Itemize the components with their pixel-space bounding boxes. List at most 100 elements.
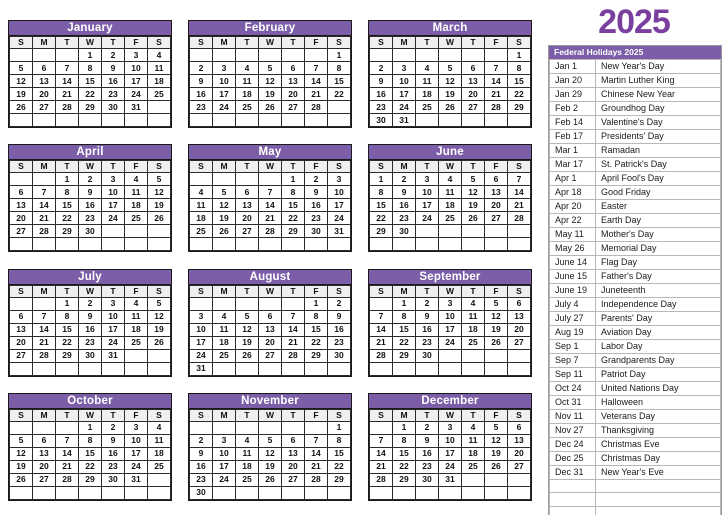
day-cell[interactable]: 13 xyxy=(484,185,508,200)
day-cell[interactable]: 23 xyxy=(101,459,125,474)
day-cell[interactable]: 9 xyxy=(189,74,213,88)
day-cell[interactable]: 27 xyxy=(32,100,56,114)
day-cell[interactable]: 29 xyxy=(55,348,79,363)
day-cell[interactable]: 21 xyxy=(369,459,393,474)
day-cell[interactable]: 12 xyxy=(235,322,259,337)
day-cell[interactable]: 3 xyxy=(438,420,462,435)
day-cell[interactable]: 14 xyxy=(507,185,531,200)
day-cell[interactable]: 30 xyxy=(415,348,439,363)
day-cell[interactable]: 7 xyxy=(484,61,508,75)
day-cell[interactable]: 23 xyxy=(189,472,213,487)
day-cell[interactable]: 23 xyxy=(78,211,102,226)
day-cell[interactable]: 26 xyxy=(484,459,508,474)
day-cell[interactable]: 28 xyxy=(55,100,79,114)
day-cell[interactable]: 16 xyxy=(101,446,125,461)
day-cell[interactable]: 23 xyxy=(304,211,328,226)
day-cell[interactable]: 23 xyxy=(78,335,102,350)
day-cell[interactable]: 18 xyxy=(461,446,485,461)
day-cell[interactable]: 11 xyxy=(124,185,148,200)
day-cell[interactable]: 17 xyxy=(212,459,236,474)
day-cell[interactable]: 10 xyxy=(124,61,148,75)
day-cell[interactable]: 27 xyxy=(9,224,33,239)
day-cell[interactable]: 2 xyxy=(415,296,439,311)
day-cell[interactable]: 27 xyxy=(258,348,282,363)
day-cell[interactable]: 11 xyxy=(189,198,213,213)
day-cell[interactable]: 27 xyxy=(281,100,305,114)
day-cell[interactable]: 8 xyxy=(369,185,393,200)
day-cell[interactable]: 12 xyxy=(9,74,33,88)
day-cell[interactable]: 24 xyxy=(124,459,148,474)
day-cell[interactable]: 23 xyxy=(101,87,125,101)
day-cell[interactable]: 13 xyxy=(258,322,282,337)
day-cell[interactable]: 15 xyxy=(78,74,102,88)
day-cell[interactable]: 15 xyxy=(507,74,531,88)
day-cell[interactable]: 25 xyxy=(415,100,439,114)
day-cell[interactable]: 25 xyxy=(124,211,148,226)
day-cell[interactable]: 28 xyxy=(258,224,282,239)
day-cell[interactable]: 21 xyxy=(304,459,328,474)
day-cell[interactable]: 15 xyxy=(281,198,305,213)
day-cell[interactable]: 8 xyxy=(327,61,351,75)
day-cell[interactable]: 16 xyxy=(304,198,328,213)
day-cell[interactable]: 9 xyxy=(327,309,351,324)
day-cell[interactable]: 26 xyxy=(461,211,485,226)
day-cell[interactable]: 9 xyxy=(369,74,393,88)
day-cell[interactable]: 19 xyxy=(438,87,462,101)
day-cell[interactable]: 29 xyxy=(78,100,102,114)
day-cell[interactable]: 11 xyxy=(235,74,259,88)
day-cell[interactable]: 12 xyxy=(147,185,171,200)
day-cell[interactable]: 14 xyxy=(32,322,56,337)
day-cell[interactable]: 14 xyxy=(304,74,328,88)
day-cell[interactable]: 27 xyxy=(9,348,33,363)
day-cell[interactable]: 8 xyxy=(507,61,531,75)
day-cell[interactable]: 31 xyxy=(327,224,351,239)
day-cell[interactable]: 31 xyxy=(124,100,148,114)
day-cell[interactable]: 19 xyxy=(258,459,282,474)
day-cell[interactable]: 10 xyxy=(327,185,351,200)
day-cell[interactable]: 29 xyxy=(392,472,416,487)
day-cell[interactable]: 13 xyxy=(9,198,33,213)
day-cell[interactable]: 18 xyxy=(461,322,485,337)
day-cell[interactable]: 12 xyxy=(258,446,282,461)
day-cell[interactable]: 2 xyxy=(101,420,125,435)
day-cell[interactable]: 20 xyxy=(461,87,485,101)
day-cell[interactable]: 17 xyxy=(438,322,462,337)
day-cell[interactable]: 23 xyxy=(392,211,416,226)
day-cell[interactable]: 16 xyxy=(415,322,439,337)
day-cell[interactable]: 21 xyxy=(484,87,508,101)
day-cell[interactable]: 12 xyxy=(438,74,462,88)
day-cell[interactable]: 3 xyxy=(438,296,462,311)
day-cell[interactable]: 19 xyxy=(484,446,508,461)
day-cell[interactable]: 10 xyxy=(212,74,236,88)
day-cell[interactable]: 5 xyxy=(147,296,171,311)
day-cell[interactable]: 12 xyxy=(212,198,236,213)
day-cell[interactable]: 20 xyxy=(484,198,508,213)
day-cell[interactable]: 2 xyxy=(369,61,393,75)
day-cell[interactable]: 26 xyxy=(235,348,259,363)
day-cell[interactable]: 26 xyxy=(258,472,282,487)
day-cell[interactable]: 2 xyxy=(101,48,125,62)
day-cell[interactable]: 13 xyxy=(281,74,305,88)
day-cell[interactable]: 24 xyxy=(392,100,416,114)
day-cell[interactable]: 14 xyxy=(484,74,508,88)
day-cell[interactable]: 9 xyxy=(101,61,125,75)
day-cell[interactable]: 14 xyxy=(304,446,328,461)
day-cell[interactable]: 25 xyxy=(461,335,485,350)
day-cell[interactable]: 29 xyxy=(304,348,328,363)
day-cell[interactable]: 11 xyxy=(415,74,439,88)
day-cell[interactable]: 18 xyxy=(235,459,259,474)
day-cell[interactable]: 26 xyxy=(9,100,33,114)
day-cell[interactable]: 21 xyxy=(55,459,79,474)
day-cell[interactable]: 3 xyxy=(101,296,125,311)
day-cell[interactable]: 20 xyxy=(32,459,56,474)
day-cell[interactable]: 7 xyxy=(32,309,56,324)
day-cell[interactable]: 8 xyxy=(392,433,416,448)
day-cell[interactable]: 2 xyxy=(392,172,416,187)
day-cell[interactable]: 12 xyxy=(9,446,33,461)
day-cell[interactable]: 27 xyxy=(32,472,56,487)
day-cell[interactable]: 22 xyxy=(327,459,351,474)
day-cell[interactable]: 15 xyxy=(78,446,102,461)
day-cell[interactable]: 29 xyxy=(55,224,79,239)
day-cell[interactable]: 11 xyxy=(147,433,171,448)
day-cell[interactable]: 17 xyxy=(212,87,236,101)
